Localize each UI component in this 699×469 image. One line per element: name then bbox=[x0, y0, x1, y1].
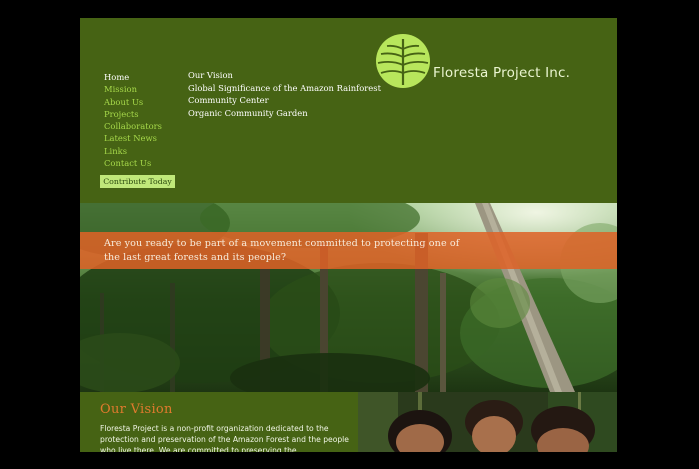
nav-item-links[interactable]: Links bbox=[104, 145, 162, 157]
nav-item-mission[interactable]: Mission bbox=[104, 83, 162, 95]
subnav-item-community-center[interactable]: Community Center bbox=[188, 96, 381, 106]
vision-body: Floresta Project is a non-profit organiz… bbox=[100, 424, 349, 452]
site-container: Home Mission About Us Projects Collabora… bbox=[80, 18, 617, 452]
subnav-item-global-significance[interactable]: Global Significance of the Amazon Rainfo… bbox=[188, 83, 381, 94]
subnav-item-organic-garden[interactable]: Organic Community Garden bbox=[188, 108, 381, 119]
nav-item-projects[interactable]: Projects bbox=[104, 108, 162, 120]
hero-banner: Are you ready to be part of a movement c… bbox=[80, 203, 617, 392]
nav-item-contact-us[interactable]: Contact Us bbox=[104, 157, 162, 169]
vision-section: Our Vision Floresta Project is a non-pro… bbox=[80, 392, 358, 452]
vision-title: Our Vision bbox=[100, 402, 173, 417]
leaf-icon[interactable] bbox=[375, 33, 431, 89]
main-nav: Home Mission About Us Projects Collabora… bbox=[104, 71, 162, 169]
contribute-button[interactable]: Contribute Today bbox=[100, 175, 175, 188]
header: Home Mission About Us Projects Collabora… bbox=[80, 18, 617, 203]
nav-item-collaborators[interactable]: Collaborators bbox=[104, 120, 162, 132]
nav-item-home[interactable]: Home bbox=[104, 71, 162, 83]
sub-nav: Our Vision Global Significance of the Am… bbox=[188, 70, 381, 121]
tagline-band: Are you ready to be part of a movement c… bbox=[80, 232, 617, 269]
logo-text[interactable]: Floresta Project Inc. bbox=[433, 65, 570, 81]
children-photo bbox=[358, 392, 617, 452]
subnav-item-our-vision[interactable]: Our Vision bbox=[188, 70, 381, 81]
nav-item-about-us[interactable]: About Us bbox=[104, 96, 162, 108]
nav-item-latest-news[interactable]: Latest News bbox=[104, 132, 162, 144]
hero-tagline: Are you ready to be part of a movement c… bbox=[104, 238, 460, 263]
